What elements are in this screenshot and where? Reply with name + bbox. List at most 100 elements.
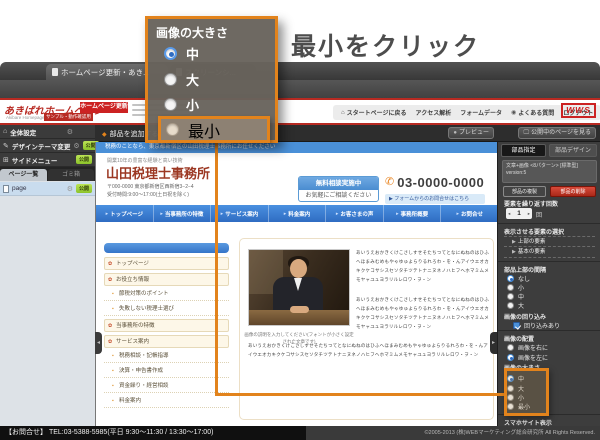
menu-subitem[interactable]: ▪税務相談・記帳指導	[104, 351, 229, 363]
square-bullet-icon: ▪	[112, 366, 114, 377]
radio-icon[interactable]	[164, 98, 177, 111]
arrow-icon: ▸	[160, 211, 163, 217]
site-notice-bar: 税務のことなら、東京都新宿区の山田税理士事務所にお任せください	[96, 142, 497, 153]
site-nav-item[interactable]: ▸当事務所の特徴	[154, 205, 212, 222]
gear-icon[interactable]: ⚙	[67, 185, 73, 193]
menu-item[interactable]: ✿当事務所の特徴	[104, 319, 229, 332]
site-nav-item[interactable]: ▸サービス案内	[211, 205, 269, 222]
popup-option-large[interactable]: 大	[164, 70, 199, 89]
diamond-icon: ◆	[102, 131, 107, 138]
site-nav-item[interactable]: ▸料金案内	[269, 205, 327, 222]
site-preview: 税務のことなら、東京都新宿区の山田税理士事務所にお任せください 開業10年の豊富…	[95, 142, 497, 426]
publish-button[interactable]: 公開	[76, 155, 92, 164]
nav-access-analytics[interactable]: アクセス解析	[416, 108, 452, 117]
part-description: 文章+画像 <8パターン> [標準型] version:5	[502, 160, 597, 183]
profile-photo	[248, 249, 350, 326]
spacing-option-none[interactable]: なし	[507, 274, 530, 283]
spacing-option-small[interactable]: 小	[507, 283, 524, 292]
nav-faq[interactable]: ◉よくある質問	[511, 108, 554, 117]
square-bullet-icon: ▪	[112, 351, 114, 362]
publish-button[interactable]: 公開	[76, 184, 92, 193]
home-icon: ⌂	[341, 110, 345, 116]
question-icon: ◉	[511, 109, 516, 116]
popup-option-small[interactable]: 小	[164, 95, 199, 114]
preview-button[interactable]: ●プレビュー	[448, 127, 494, 139]
nav-start-page[interactable]: ⌂スタートページに戻る	[341, 108, 407, 117]
page-list-item[interactable]: page ⚙ 公開	[0, 182, 95, 196]
tab-part-design[interactable]: 部品デザイン	[549, 144, 597, 157]
tab-favicon-icon	[52, 68, 58, 76]
arrow-icon: ▶	[512, 239, 516, 245]
radio-icon[interactable]	[507, 302, 514, 309]
sidebar-item-global-settings[interactable]: ⌂ 全体設定 ⚙	[0, 125, 95, 139]
upper-elements-row[interactable]: ▶上部の要素	[504, 236, 595, 247]
view-published-button[interactable]: 🖵公開中のページを見る	[518, 127, 596, 139]
stepper-up-icon[interactable]: ▸	[528, 211, 530, 217]
nav-form-data[interactable]: フォームデータ	[460, 108, 502, 117]
menu-subitem[interactable]: ▪資金繰り・経営相談	[104, 381, 229, 393]
gear-icon[interactable]: ⚙	[67, 128, 73, 136]
site-nav-item[interactable]: ▸お問合せ	[441, 205, 497, 222]
radio-icon[interactable]	[507, 275, 514, 282]
position-option-left[interactable]: 画像を左に	[507, 353, 548, 362]
sidebar-collapse-handle[interactable]: ◂	[95, 332, 102, 354]
pencil-icon: ✎	[3, 142, 9, 150]
site-nav-item[interactable]: ▸事務所概要	[384, 205, 442, 222]
delete-part-button[interactable]: 部品の削除	[550, 186, 596, 197]
radio-icon[interactable]	[507, 344, 514, 351]
arrow-icon: ▸	[336, 211, 339, 217]
arrow-icon: ▸	[106, 211, 109, 217]
checkbox-icon[interactable]	[513, 322, 520, 329]
duplicate-part-button[interactable]: 部品の複製	[503, 186, 546, 197]
popup-option-minimum[interactable]: 最小	[158, 116, 270, 143]
sidebar-item-design-theme[interactable]: ✎ デザインテーマ変更 ⚙ 公開	[0, 139, 95, 153]
flower-bullet-icon: ✿	[108, 336, 112, 348]
panel-collapse-handle[interactable]: ▸	[490, 332, 497, 354]
radio-icon[interactable]	[164, 73, 177, 86]
sidebar-item-side-menu[interactable]: ⊞ サイドメニュー 公開	[0, 153, 95, 167]
position-option-right[interactable]: 画像を右に	[507, 343, 548, 352]
site-address: 〒000-0000 東京都新宿区西新宿3−2−4	[107, 183, 194, 190]
basic-elements-row[interactable]: ▶基本の要素	[504, 247, 595, 258]
radio-icon[interactable]	[166, 123, 179, 136]
menu-item[interactable]: ✿トップページ	[104, 257, 229, 270]
square-bullet-icon: ▪	[112, 381, 114, 392]
menu-subitem[interactable]: ▪決算・申告書作成	[104, 366, 229, 378]
stepper-down-icon[interactable]: ◂	[508, 211, 510, 217]
spacing-label: 部品上部の間隔	[504, 265, 546, 274]
tab-part-settings[interactable]: 部品指定	[501, 144, 546, 157]
wws-logo: WWS	[561, 103, 596, 118]
repeat-count-stepper[interactable]: ◂ 1 ▸	[506, 208, 532, 219]
repeat-unit: 回	[536, 210, 542, 219]
site-nav-item[interactable]: ▸トップページ	[96, 205, 154, 222]
menu-item[interactable]: ✿サービス案内	[104, 335, 229, 348]
spacing-option-medium[interactable]: 中	[507, 292, 524, 301]
wrap-checkbox-row[interactable]: 回り込みあり	[513, 321, 560, 330]
radio-icon[interactable]	[507, 354, 514, 361]
site-nav-item[interactable]: ▸お客さまの声	[326, 205, 384, 222]
menu-subitem[interactable]: ▪失敗しない税理士選び	[104, 304, 229, 316]
wrap-label: 画像の回り込み	[504, 312, 546, 321]
tab-page-list[interactable]: ページ一覧	[0, 169, 47, 181]
gear-icon[interactable]: ⚙	[73, 142, 79, 150]
page-list: page ⚙ 公開	[0, 181, 95, 426]
radio-icon[interactable]	[507, 293, 514, 300]
contact-form-link[interactable]: ▶ フォームからのお問合せはこちら	[385, 194, 485, 204]
tab-trash[interactable]: ゴミ箱	[48, 169, 94, 181]
radio-icon[interactable]	[507, 284, 514, 291]
annotation-highlight-box	[504, 368, 549, 416]
menu-item[interactable]: ✿お役立ち情報	[104, 273, 229, 286]
popup-option-medium[interactable]: 中	[164, 44, 199, 63]
radio-icon[interactable]	[164, 47, 177, 60]
site-hours: 受付時間:9:00〜17:00(土日祝を除く)	[107, 191, 189, 198]
annotation-connector-vertical	[215, 140, 218, 394]
menu-subitem[interactable]: ▪節税対策のポイント	[104, 289, 229, 301]
menu-subitem[interactable]: ▪料金案内	[104, 396, 229, 408]
spacing-option-large[interactable]: 大	[507, 301, 524, 310]
menu-header-bar	[104, 243, 229, 253]
tab-label: ホームページ更新・あき...	[61, 67, 149, 78]
placeholder-paragraph: あいうえおかきくけこさしすせそたちつてとなにぬねのはひふへほまみむめもやゃゆゅよ…	[356, 248, 489, 284]
sidebar-tabbar: ページ一覧 ゴミ箱	[0, 167, 95, 181]
arrow-icon: ▸	[396, 211, 399, 217]
square-bullet-icon: ▪	[112, 304, 114, 315]
